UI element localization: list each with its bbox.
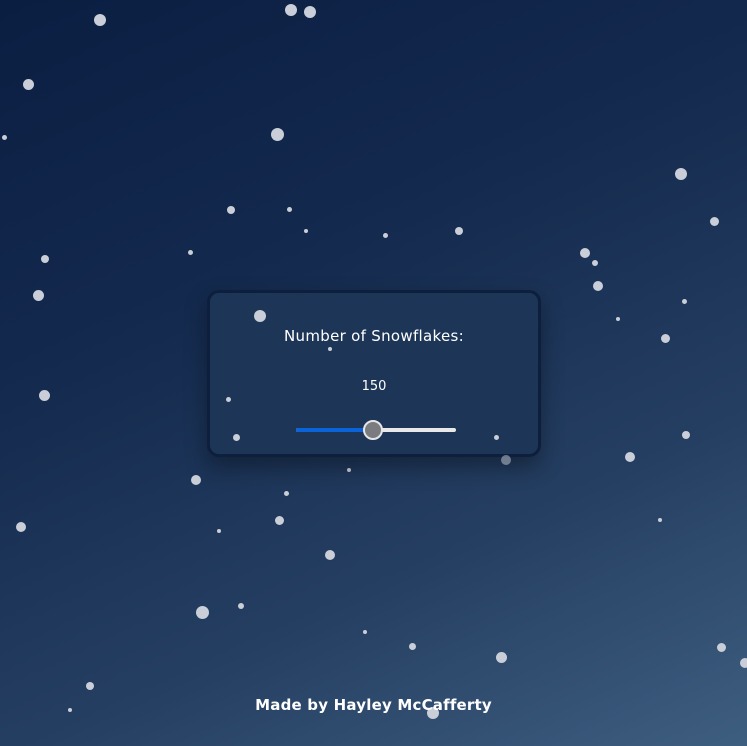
snowflake-icon	[408, 642, 416, 650]
snowflake-icon	[191, 475, 201, 485]
snowflake-count-label: Number of Snowflakes:	[284, 327, 464, 345]
snowflake-icon	[592, 260, 598, 266]
snowflake-icon	[501, 455, 511, 465]
snowflake-icon	[616, 317, 620, 321]
snowflake-icon	[225, 396, 231, 402]
snowflake-icon	[325, 550, 335, 560]
snowflake-icon	[709, 216, 719, 226]
snowflake-count-slider[interactable]	[296, 420, 456, 440]
snowflake-icon	[382, 232, 388, 238]
author-credit: Made by Hayley McCafferty	[255, 696, 492, 714]
snowflake-icon	[22, 78, 34, 90]
snowflake-icon	[195, 605, 209, 619]
snowflake-icon	[41, 255, 49, 263]
snowflake-icon	[187, 249, 193, 255]
snowflake-icon	[32, 289, 44, 301]
snowflake-icon	[286, 206, 292, 212]
snowflake-icon	[580, 248, 590, 258]
snowflake-icon	[38, 389, 50, 401]
snowflake-icon	[593, 281, 603, 291]
snowflake-icon	[493, 434, 499, 440]
snowflake-icon	[270, 127, 284, 141]
slider-thumb[interactable]	[362, 420, 383, 440]
snowflake-icon	[328, 347, 332, 351]
snowflake-icon	[675, 168, 687, 180]
slider-fill	[296, 428, 373, 432]
snowflake-icon	[232, 433, 240, 441]
snowflake-icon	[94, 14, 106, 26]
snowflake-icon	[304, 229, 308, 233]
snowflake-icon	[682, 431, 690, 439]
snowflake-icon	[660, 333, 670, 343]
snowflake-icon	[363, 630, 367, 634]
snowflake-count-value: 150	[361, 379, 387, 394]
snowflake-icon	[217, 529, 221, 533]
snowflake-icon	[347, 468, 351, 472]
snowflake-icon	[16, 522, 26, 532]
snowflake-icon	[625, 452, 635, 462]
snowflake-icon	[304, 6, 316, 18]
snowflake-icon	[455, 227, 463, 235]
snowflake-icon	[681, 298, 687, 304]
snowflake-icon	[716, 642, 726, 652]
snowflake-icon	[238, 603, 244, 609]
snowflake-icon	[254, 310, 266, 322]
snowflake-icon	[658, 518, 662, 522]
snowflake-icon	[274, 515, 284, 525]
snowflake-icon	[227, 206, 235, 214]
snowflake-icon	[740, 658, 747, 668]
snowflake-icon	[86, 682, 94, 690]
snowflake-icon	[285, 4, 297, 16]
snowflake-icon	[495, 651, 507, 663]
snowflake-icon	[1, 134, 7, 140]
snowflake-icon	[283, 490, 289, 496]
